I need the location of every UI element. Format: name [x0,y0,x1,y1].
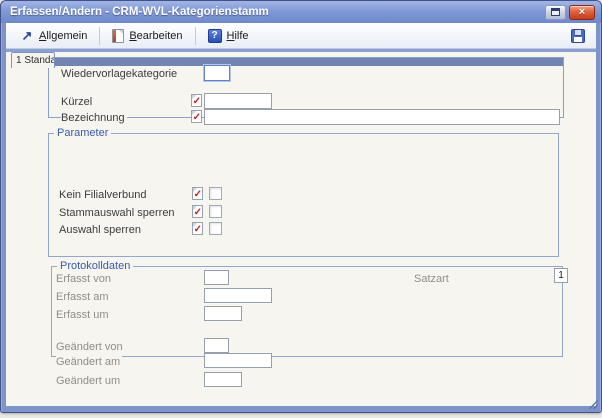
save-button[interactable] [568,26,588,46]
arrow-up-right-icon: ↗ [20,29,34,43]
window-title: Erfassen/Ändern - CRM-WVL-Kategorienstam… [10,6,545,18]
red-check-icon: ✓ [193,96,201,108]
erfasst-am-input[interactable] [204,288,272,303]
geaendert-am-label: Geändert am [56,356,122,368]
toolbar-separator [99,27,100,45]
edit-note-icon [112,29,124,43]
geaendert-um-input[interactable] [204,372,242,387]
window-controls: × [545,5,595,20]
erfasst-von-label: Erfasst von [56,273,113,285]
red-check-icon: ✓ [194,207,202,219]
stammauswahl-sperren-label: Stammauswahl sperren [59,207,177,219]
geaendert-um-label: Geändert um [56,375,122,387]
bearbeiten-label: Bearbeiten [129,30,182,42]
restore-button[interactable] [545,5,566,20]
parameter-group-title: Parameter [54,127,111,139]
allgemein-label: Allgemein [39,30,87,42]
wiedervorlagekategorie-label: Wiedervorlagekategorie [61,68,179,80]
tab-standard[interactable]: 1 Standard [11,52,55,68]
auswahl-sperren-label: Auswahl sperren [59,224,143,236]
mandatory-icon: ✓ [192,205,203,218]
bearbeiten-button[interactable]: Bearbeiten [104,26,190,46]
geaendert-von-label: Geändert von [56,341,125,353]
kuerzel-input[interactable] [204,93,272,109]
group-header-band [49,58,563,66]
allgemein-button[interactable]: ↗ Allgemein [12,26,95,46]
mandatory-icon: ✓ [192,222,203,235]
stammauswahl-sperren-checkbox[interactable] [209,205,222,218]
kuerzel-label: Kürzel [61,96,94,108]
geaendert-am-input[interactable] [204,353,272,368]
red-check-icon: ✓ [194,189,202,201]
titlebar: Erfassen/Ändern - CRM-WVL-Kategorienstam… [1,1,601,23]
close-button[interactable]: × [569,5,595,20]
protokolldaten-group: Protokolldaten [51,266,563,357]
satzart-label: Satzart [414,273,451,285]
save-floppy-icon [571,29,585,43]
toolbar-separator [195,27,196,45]
form-area: 1 Standard Wiedervorlagekategorie Kürzel… [6,52,596,406]
protokolldaten-group-title: Protokolldaten [57,260,133,272]
erfasst-um-label: Erfasst um [56,309,111,321]
hilfe-button[interactable]: ? Hilfe [200,26,257,46]
erfasst-am-label: Erfasst am [56,291,111,303]
geaendert-von-input[interactable] [204,338,229,353]
auswahl-sperren-checkbox[interactable] [209,222,222,235]
kein-filialverbund-checkbox[interactable] [209,187,222,200]
help-icon: ? [208,29,222,43]
mandatory-icon: ✓ [192,187,203,200]
erfasst-von-input[interactable] [204,270,229,285]
hilfe-label: Hilfe [227,30,249,42]
parameter-group: Parameter Kein Filialverbund ✓ Stammausw… [48,133,559,257]
kein-filialverbund-label: Kein Filialverbund [59,189,148,201]
close-icon: × [579,7,585,18]
erfasst-um-input[interactable] [204,306,242,321]
window-body: ↗ Allgemein Bearbeiten ? Hilfe 1 Standar… [6,23,596,406]
mandatory-icon: ✓ [191,110,202,123]
bezeichnung-label: Bezeichnung [61,112,127,124]
resize-grip[interactable] [587,398,598,409]
mandatory-icon: ✓ [191,94,202,107]
satzart-value: 1 [554,268,568,283]
wiedervorlagekategorie-input[interactable] [204,65,230,81]
red-check-icon: ✓ [194,224,202,236]
red-check-icon: ✓ [193,112,201,124]
restore-icon [551,8,560,16]
bezeichnung-input[interactable] [204,109,560,125]
app-window: Erfassen/Ändern - CRM-WVL-Kategorienstam… [0,0,602,413]
toolbar: ↗ Allgemein Bearbeiten ? Hilfe [6,23,596,49]
